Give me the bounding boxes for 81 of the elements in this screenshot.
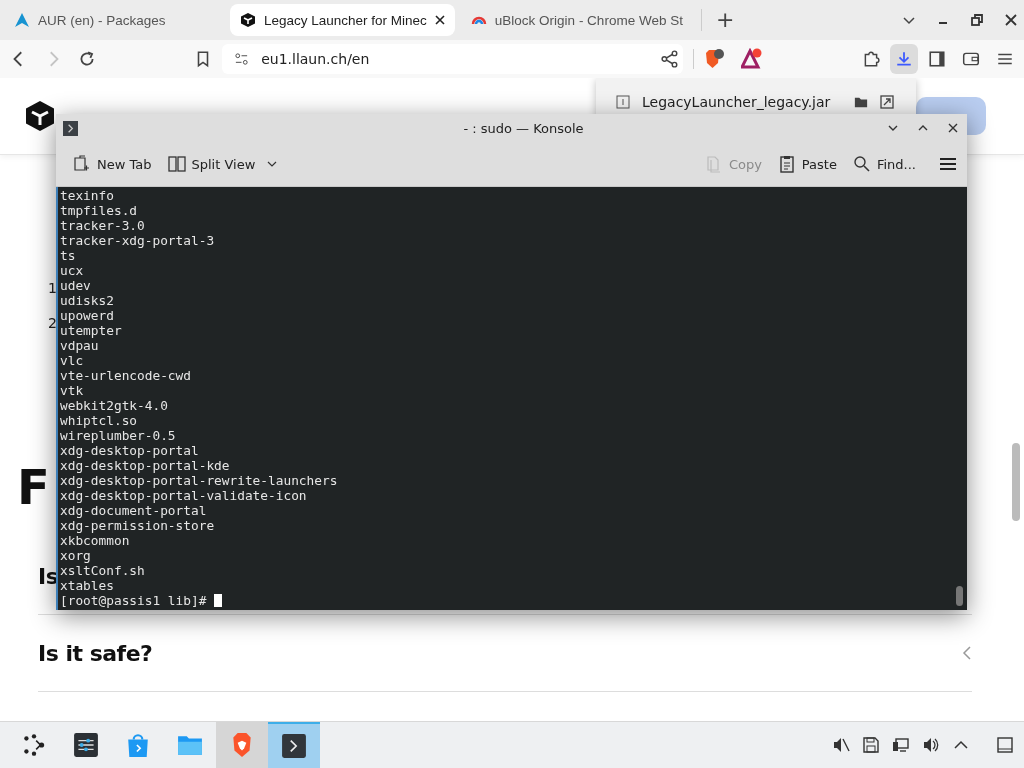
section-heading: F [17,463,50,511]
menu-icon[interactable] [939,157,957,171]
triangle-icon [14,12,30,28]
window-title: - : sudo — Konsole [462,120,585,136]
show-desktop-icon[interactable] [996,736,1014,754]
text-cursor [214,594,223,607]
restore-icon[interactable] [970,13,984,27]
terminal-line: xdg-desktop-portal-kde [60,458,231,473]
browser-tab[interactable]: uBlock Origin - Chrome Web St [460,4,693,36]
terminal-line: xdg-document-portal [60,503,208,518]
terminal-line: xtables [60,578,115,593]
terminal-line: webkit2gtk-4.0 [60,398,169,413]
terminal-line: xsltConf.sh [60,563,146,578]
terminal-line: tracker-3.0 [60,218,146,233]
caret-icon [267,161,278,167]
terminal-line: wireplumber-0.5 [60,428,177,443]
browser-tab[interactable]: Legacy Launcher for Minec [230,4,455,36]
muted-speaker-icon[interactable] [832,736,850,754]
site-settings-icon[interactable] [234,51,250,67]
terminal-line: udisks2 [60,293,115,308]
list-number: 2 [48,315,57,331]
terminal-line: tracker-xdg-portal-3 [60,233,216,248]
close-icon[interactable] [1004,13,1018,27]
open-external-icon[interactable] [880,95,894,109]
terminal-line: vtk [60,383,85,398]
split-view-icon [167,155,186,173]
cube-logo [24,100,56,132]
sliders-icon [73,732,99,758]
terminal-line: utempter [60,323,123,338]
speaker-icon[interactable] [922,736,940,754]
folder-icon[interactable] [854,95,868,109]
terminal-line: upowerd [60,308,115,323]
download-file-name[interactable]: LegacyLauncher_legacy.jar [642,94,842,110]
terminal-line: vdpau [60,338,100,353]
terminal-line: xkbcommon [60,533,131,548]
terminal-icon [63,120,78,136]
share-icon[interactable] [660,50,679,68]
shopping-bag-icon [125,732,151,758]
browser-tab[interactable]: AUR (en) - Packages [4,4,224,36]
close-icon[interactable] [434,15,445,25]
copy-icon [704,155,723,173]
lion-shield-icon[interactable] [703,48,726,70]
terminal-line: texinfo [60,188,115,203]
paste-button[interactable]: Paste [774,151,840,177]
split-button[interactable]: Split View [164,151,281,177]
triangle-icon[interactable] [741,48,764,70]
terminal-line: xdg-desktop-portal [60,443,200,458]
terminal-line: xdg-desktop-portal-rewrite-launchers [60,473,339,488]
shell-prompt: [root@passis1 lib]# [60,593,208,608]
terminal-line: vte-urlencode-cwd [60,368,192,383]
terminal-line: whiptcl.so [60,413,139,428]
dots-arrow-icon [21,732,47,758]
cube-icon [240,12,256,28]
sidebar-icon[interactable] [928,50,946,68]
terminal-line: xorg [60,548,92,563]
terminal-line: ucx [60,263,85,278]
terminal-line: udev [60,278,92,293]
chevron-left-icon [962,645,972,661]
terminal-line: ts [60,248,77,263]
find-button[interactable]: Find... [849,151,919,177]
new-tab-icon [73,155,91,173]
faq-question[interactable]: Is it safe? [38,640,153,666]
terminal-line: vlc [60,353,85,368]
search-icon [852,155,871,173]
list-number: 1 [48,280,57,296]
download-icon [894,50,913,68]
new-tab-button[interactable]: + [709,9,741,31]
download-button[interactable] [889,44,918,74]
file-icon [616,95,630,109]
terminal-taskbar-button[interactable] [268,722,320,768]
terminal-line: xdg-permission-store [60,518,216,533]
clipboard-icon [777,155,796,173]
reload-icon[interactable] [78,50,96,68]
terminal-line: xdg-desktop-portal-validate-icon [60,488,308,503]
newtab-button[interactable]: New Tab [70,151,155,177]
terminal-line: tmpfiles.d [60,203,139,218]
close-icon[interactable] [947,122,959,134]
terminal-icon [281,733,307,759]
address-bar[interactable]: eu1.llaun.ch/en [222,44,683,74]
monitor-icon[interactable] [892,736,910,754]
wallet-icon[interactable] [962,50,980,68]
